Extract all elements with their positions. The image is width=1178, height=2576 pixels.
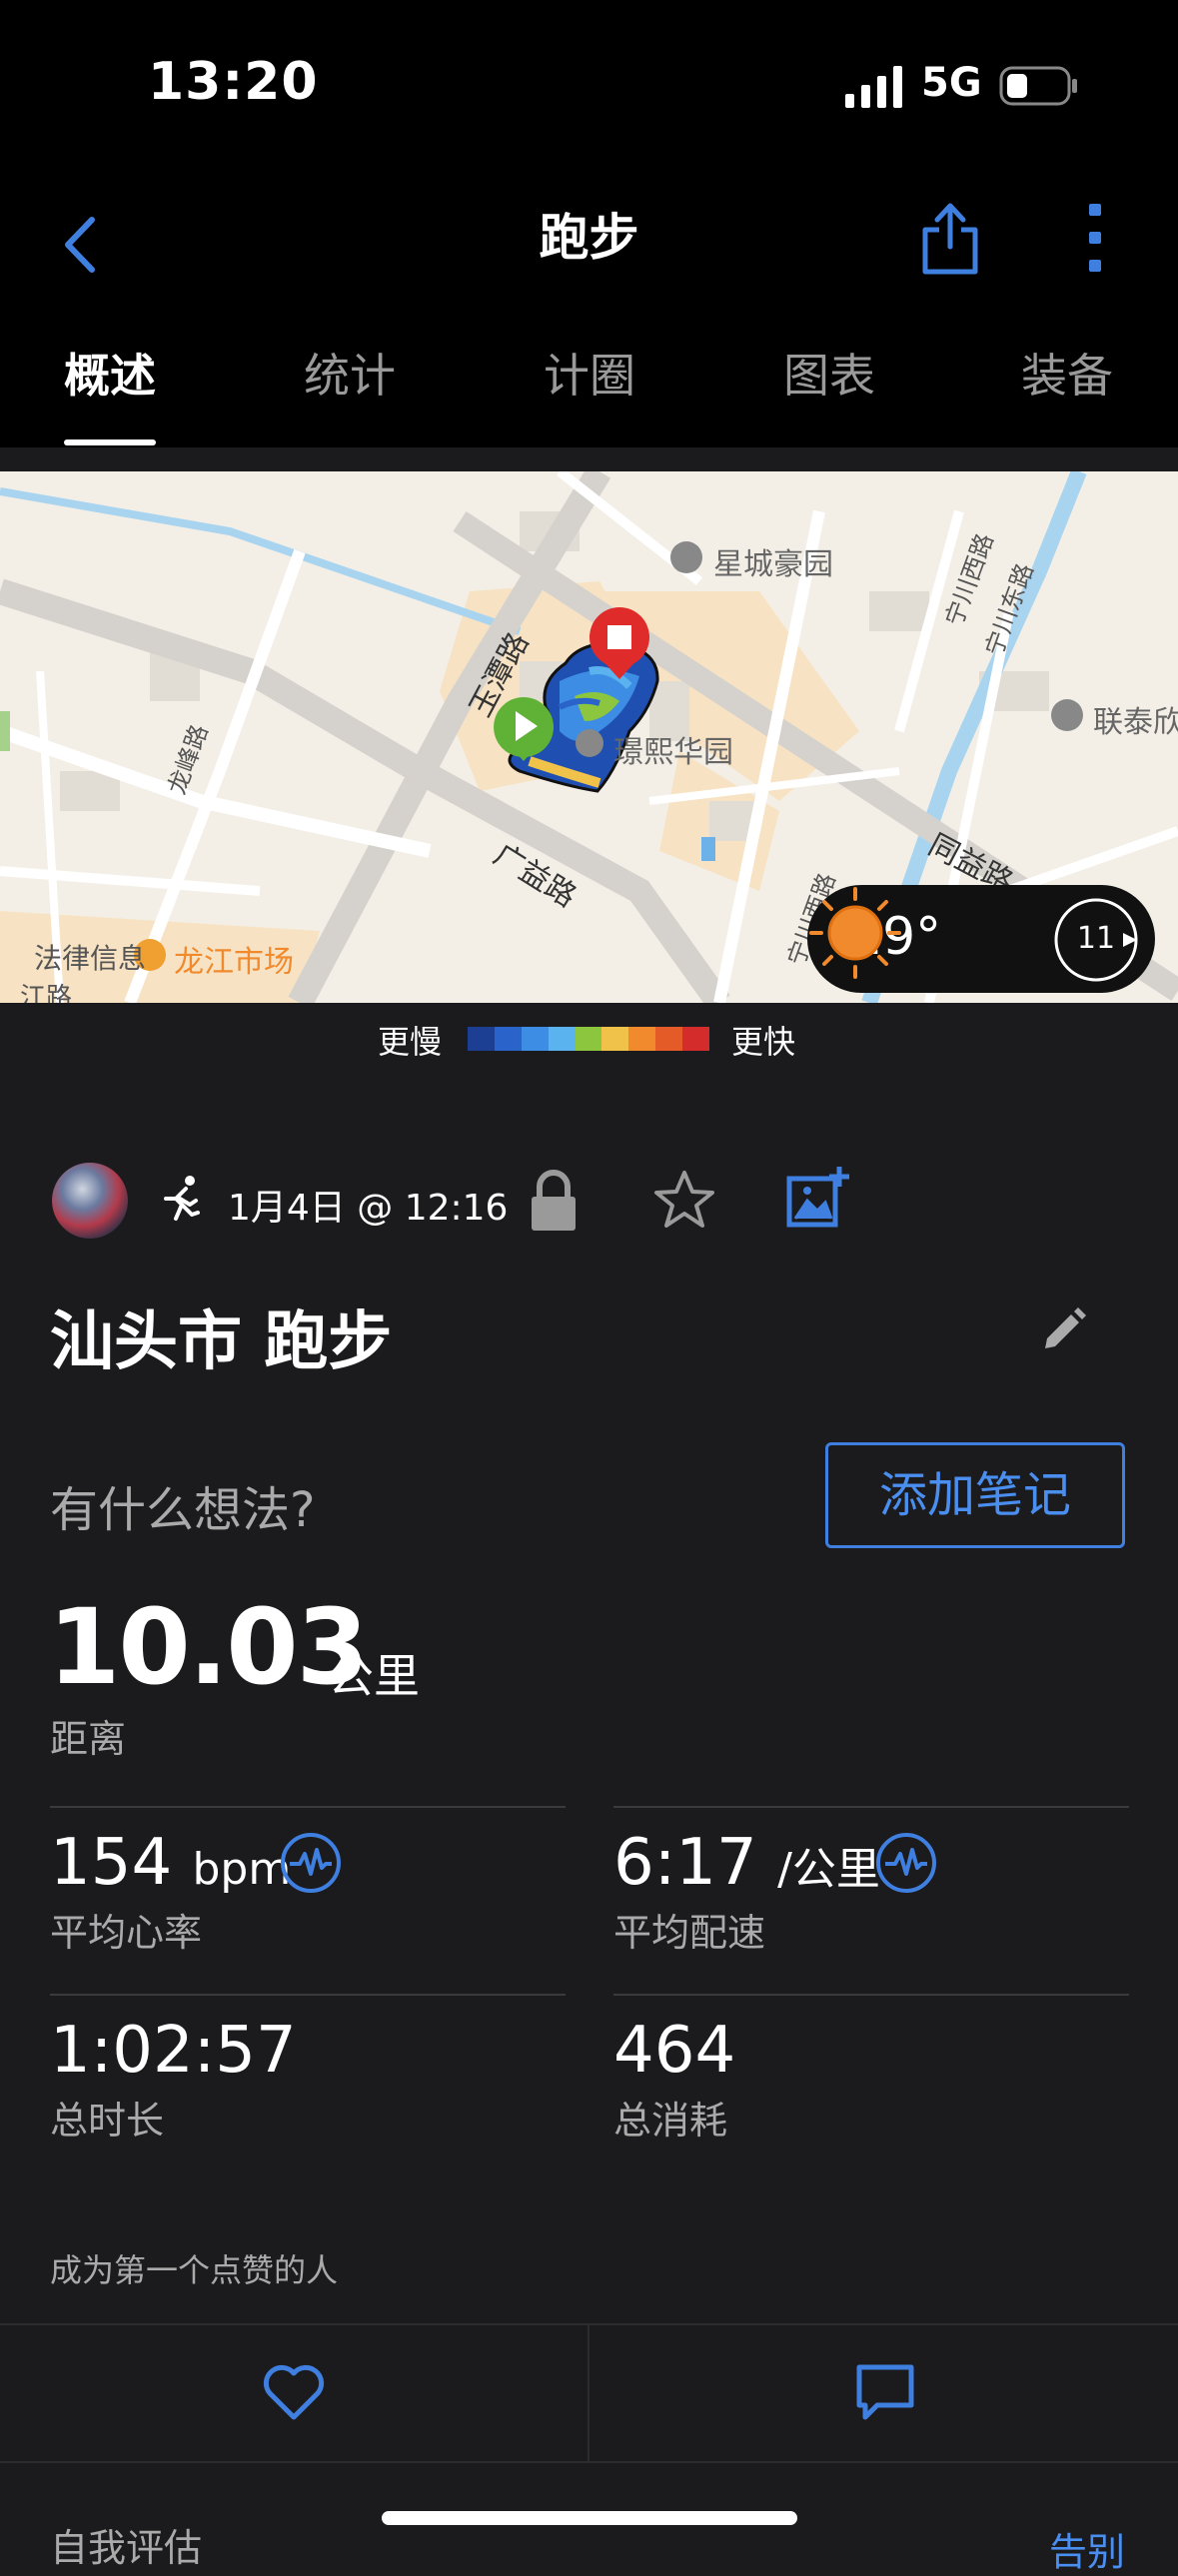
map-label-longjiang-market: 龙江市场 xyxy=(174,945,294,980)
lock-icon[interactable] xyxy=(528,1167,580,1235)
legend-color-swatch xyxy=(468,1027,495,1051)
heart-icon xyxy=(263,2364,325,2420)
pace-value: 6:17 xyxy=(613,1826,757,1900)
divider xyxy=(613,1806,1129,1808)
pace-stat: 6:17 /公里 xyxy=(613,1826,880,1900)
pace-legend: 更慢 更快 xyxy=(0,1003,1178,1073)
add-photo-icon[interactable] xyxy=(785,1165,851,1231)
map-label-law-info: 法律信息 xyxy=(34,942,147,975)
self-evaluation-heading: 自我评估 xyxy=(50,2526,203,2570)
pace-chart-icon[interactable] xyxy=(875,1832,937,1894)
map-label-xingcheng: 星城豪园 xyxy=(713,547,833,582)
comment-button[interactable] xyxy=(589,2325,1178,2461)
calories-label: 总消耗 xyxy=(613,2099,728,2143)
cellular-signal-icon xyxy=(845,66,902,108)
tab-stats[interactable]: 统计 xyxy=(304,340,396,406)
map-label-jiang-road: 江路 xyxy=(20,983,73,1003)
add-note-button[interactable]: 添加笔记 xyxy=(825,1442,1125,1548)
home-indicator xyxy=(382,2511,797,2525)
status-bar: 13:20 5G xyxy=(0,0,1178,170)
distance-label: 距离 xyxy=(50,1717,127,1761)
legend-color-swatch xyxy=(628,1027,656,1051)
divider xyxy=(50,1806,566,1808)
tab-overview[interactable]: 概述 xyxy=(64,340,156,406)
legend-color-bar xyxy=(468,1027,710,1051)
route-map[interactable]: 星城豪园 璟熙华园 联泰欣 玉潭路 广益路 龙江市场 法律信息 龙峰路 宁川西路… xyxy=(0,471,1178,1003)
heart-rate-stat: 154 bpm xyxy=(50,1826,291,1900)
battery-icon xyxy=(999,66,1077,106)
heart-rate-unit: bpm xyxy=(192,1844,292,1895)
activity-date: 1月4日 @ 12:16 xyxy=(228,1188,509,1229)
avatar[interactable] xyxy=(52,1163,128,1239)
pace-label: 平均配速 xyxy=(613,1911,766,1955)
divider xyxy=(50,1994,566,1996)
active-tab-indicator xyxy=(64,439,156,445)
tab-laps[interactable]: 计圈 xyxy=(544,340,635,406)
duration-label: 总时长 xyxy=(50,2099,165,2143)
thoughts-prompt[interactable]: 有什么想法? xyxy=(50,1470,315,1540)
activity-title: 汕头市 跑步 xyxy=(50,1305,393,1379)
weather-badge: 19° 11 xyxy=(807,885,1155,993)
navigation-bar: 跑步 xyxy=(0,170,1178,320)
edit-pencil-icon[interactable] xyxy=(1039,1304,1089,1354)
distance-value: 10.03 xyxy=(48,1586,369,1708)
self-evaluation-link[interactable]: 告别 xyxy=(1049,2521,1125,2576)
running-icon xyxy=(164,1176,200,1221)
tab-bar: 概述 统计 计圈 图表 装备 xyxy=(0,320,1178,447)
map-label-liantai: 联泰欣 xyxy=(1093,705,1178,740)
heart-rate-chart-icon[interactable] xyxy=(280,1832,342,1894)
tab-charts[interactable]: 图表 xyxy=(783,340,875,406)
legend-fast-label: 更快 xyxy=(731,1023,796,1061)
social-action-bar xyxy=(0,2323,1178,2463)
comment-icon xyxy=(856,2364,914,2420)
wind-direction-icon: 11 xyxy=(1051,895,1141,985)
legend-color-swatch xyxy=(575,1027,602,1051)
share-icon[interactable] xyxy=(917,192,983,282)
likes-prompt: 成为第一个点赞的人 xyxy=(50,2251,339,2289)
legend-color-swatch xyxy=(521,1027,549,1051)
duration-value: 1:02:57 xyxy=(50,2014,297,2088)
distance-unit: 公里 xyxy=(328,1649,420,1703)
heart-rate-label: 平均心率 xyxy=(50,1911,203,1955)
heart-rate-value: 154 xyxy=(50,1826,173,1900)
pace-unit: /公里 xyxy=(777,1844,880,1895)
legend-color-swatch xyxy=(601,1027,629,1051)
legend-slow-label: 更慢 xyxy=(378,1023,443,1061)
star-icon[interactable] xyxy=(653,1169,715,1231)
tab-gear[interactable]: 装备 xyxy=(1021,340,1113,406)
like-button[interactable] xyxy=(0,2325,588,2461)
divider xyxy=(613,1994,1129,1996)
page-title: 跑步 xyxy=(539,209,639,267)
map-label-yuxi: 璟熙华园 xyxy=(613,735,733,770)
legend-color-swatch xyxy=(655,1027,683,1051)
calories-value: 464 xyxy=(613,2014,736,2088)
sun-icon xyxy=(809,887,901,979)
network-type: 5G xyxy=(921,60,982,106)
legend-color-swatch xyxy=(494,1027,522,1051)
more-options-icon[interactable] xyxy=(1075,198,1115,278)
legend-color-swatch xyxy=(548,1027,576,1051)
status-time: 13:20 xyxy=(148,52,319,112)
wind-speed: 11 xyxy=(1076,921,1116,956)
legend-color-swatch xyxy=(682,1027,710,1051)
